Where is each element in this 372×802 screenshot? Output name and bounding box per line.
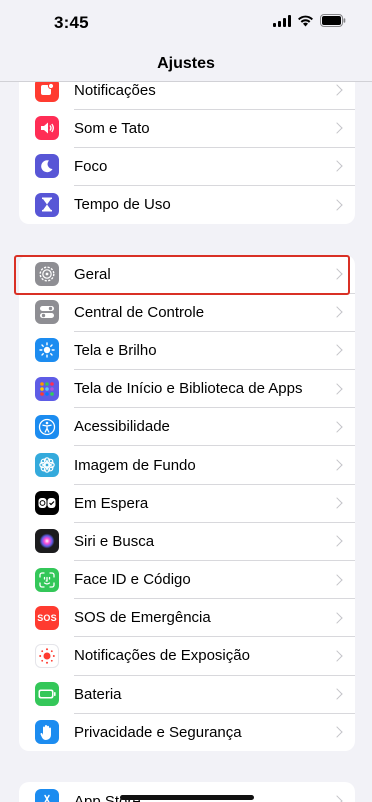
speaker-icon [35,116,59,141]
battery-status-icon [320,14,346,32]
settings-row-label: Central de Controle [74,303,205,321]
settings-row-label: Bateria [74,685,122,703]
chevron-right-icon [331,612,343,624]
sos-icon: SOS [35,605,59,630]
chevron-right-icon [331,344,343,357]
standby-icon [35,491,59,516]
wifi-icon [297,14,314,32]
flower-icon [35,453,59,478]
settings-group-notifications: Notificações Som e Tato Foco Tempo de Us… [19,71,355,224]
navigation-bar: Ajustes [0,46,372,82]
chevron-right-icon [331,160,343,173]
accessibility-icon [35,414,59,439]
settings-row-label: Notificações de Exposição [74,647,250,665]
settings-row-screen-time[interactable]: Tempo de Uso [19,186,355,224]
settings-row-display[interactable]: Tela e Brilho [19,331,355,370]
page-title: Ajustes [157,55,215,72]
hourglass-icon [35,192,59,217]
chevron-right-icon [331,198,343,211]
moon-icon [35,154,59,179]
settings-row-focus[interactable]: Foco [19,147,355,186]
settings-row-label: Som e Tato [74,119,150,137]
chevron-right-icon [331,688,343,700]
settings-group-general: Geral Central de Controle Tela e Brilho … [19,255,355,752]
chevron-right-icon [331,497,343,509]
settings-row-label: Imagem de Fundo [74,456,196,474]
home-indicator[interactable] [120,795,254,800]
settings-row-accessibility[interactable]: Acessibilidade [19,408,355,446]
siri-icon [35,529,59,554]
settings-row-label: Foco [74,157,108,175]
settings-row-wallpaper[interactable]: Imagem de Fundo [19,446,355,485]
battery-icon [35,682,59,707]
chevron-right-icon [331,726,343,739]
sos-icon-text: SOS [37,612,57,623]
settings-row-label: Siri e Busca [74,532,155,550]
status-bar: 3:45 [0,0,372,46]
settings-row-standby[interactable]: Em Espera [19,484,355,523]
hand-icon [35,720,59,745]
settings-row-emergency-sos[interactable]: SOS SOS de Emergência [19,599,355,637]
chevron-right-icon [331,306,343,318]
settings-row-label: Face ID e Código [74,571,191,589]
settings-row-siri[interactable]: Siri e Busca [19,522,355,561]
settings-row-label: Tempo de Uso [74,196,171,214]
highlight-box [14,255,350,295]
settings-row-label: Notificações [74,81,156,99]
chevron-right-icon [331,122,343,134]
settings-row-label: Em Espera [74,494,149,512]
settings-row-label: Tela de Início e Biblioteca de Apps [74,380,303,398]
settings-row-sounds[interactable]: Som e Tato [19,109,355,148]
exposure-icon [35,643,59,668]
sun-icon [35,338,59,363]
settings-row-label: Acessibilidade [74,418,170,436]
chevron-right-icon [331,459,343,471]
chevron-right-icon [331,382,343,395]
chevron-right-icon [331,84,343,96]
settings-row-control-center[interactable]: Central de Controle [19,293,355,332]
app-grid-icon [35,376,59,401]
settings-row-label: Tela e Brilho [74,341,157,359]
toggles-icon [35,300,59,325]
status-icons [273,14,346,32]
chevron-right-icon [331,421,343,433]
settings-row-exposure-notifications[interactable]: Notificações de Exposição [19,637,355,676]
chevron-right-icon [331,535,343,548]
status-time: 3:45 [54,13,89,32]
settings-row-home-screen[interactable]: Tela de Início e Biblioteca de Apps [19,370,355,408]
chevron-right-icon [331,650,343,662]
face-id-icon [35,567,59,592]
signal-icon [273,14,291,32]
settings-row-face-id[interactable]: Face ID e Código [19,561,355,599]
chevron-right-icon [331,795,343,802]
settings-row-battery[interactable]: Bateria [19,675,355,714]
settings-row-label: Privacidade e Segurança [74,723,242,741]
settings-row-label: SOS de Emergência [74,609,211,627]
settings-row-privacy[interactable]: Privacidade e Segurança [19,713,355,751]
chevron-right-icon [331,573,343,586]
app-store-icon [35,789,59,802]
